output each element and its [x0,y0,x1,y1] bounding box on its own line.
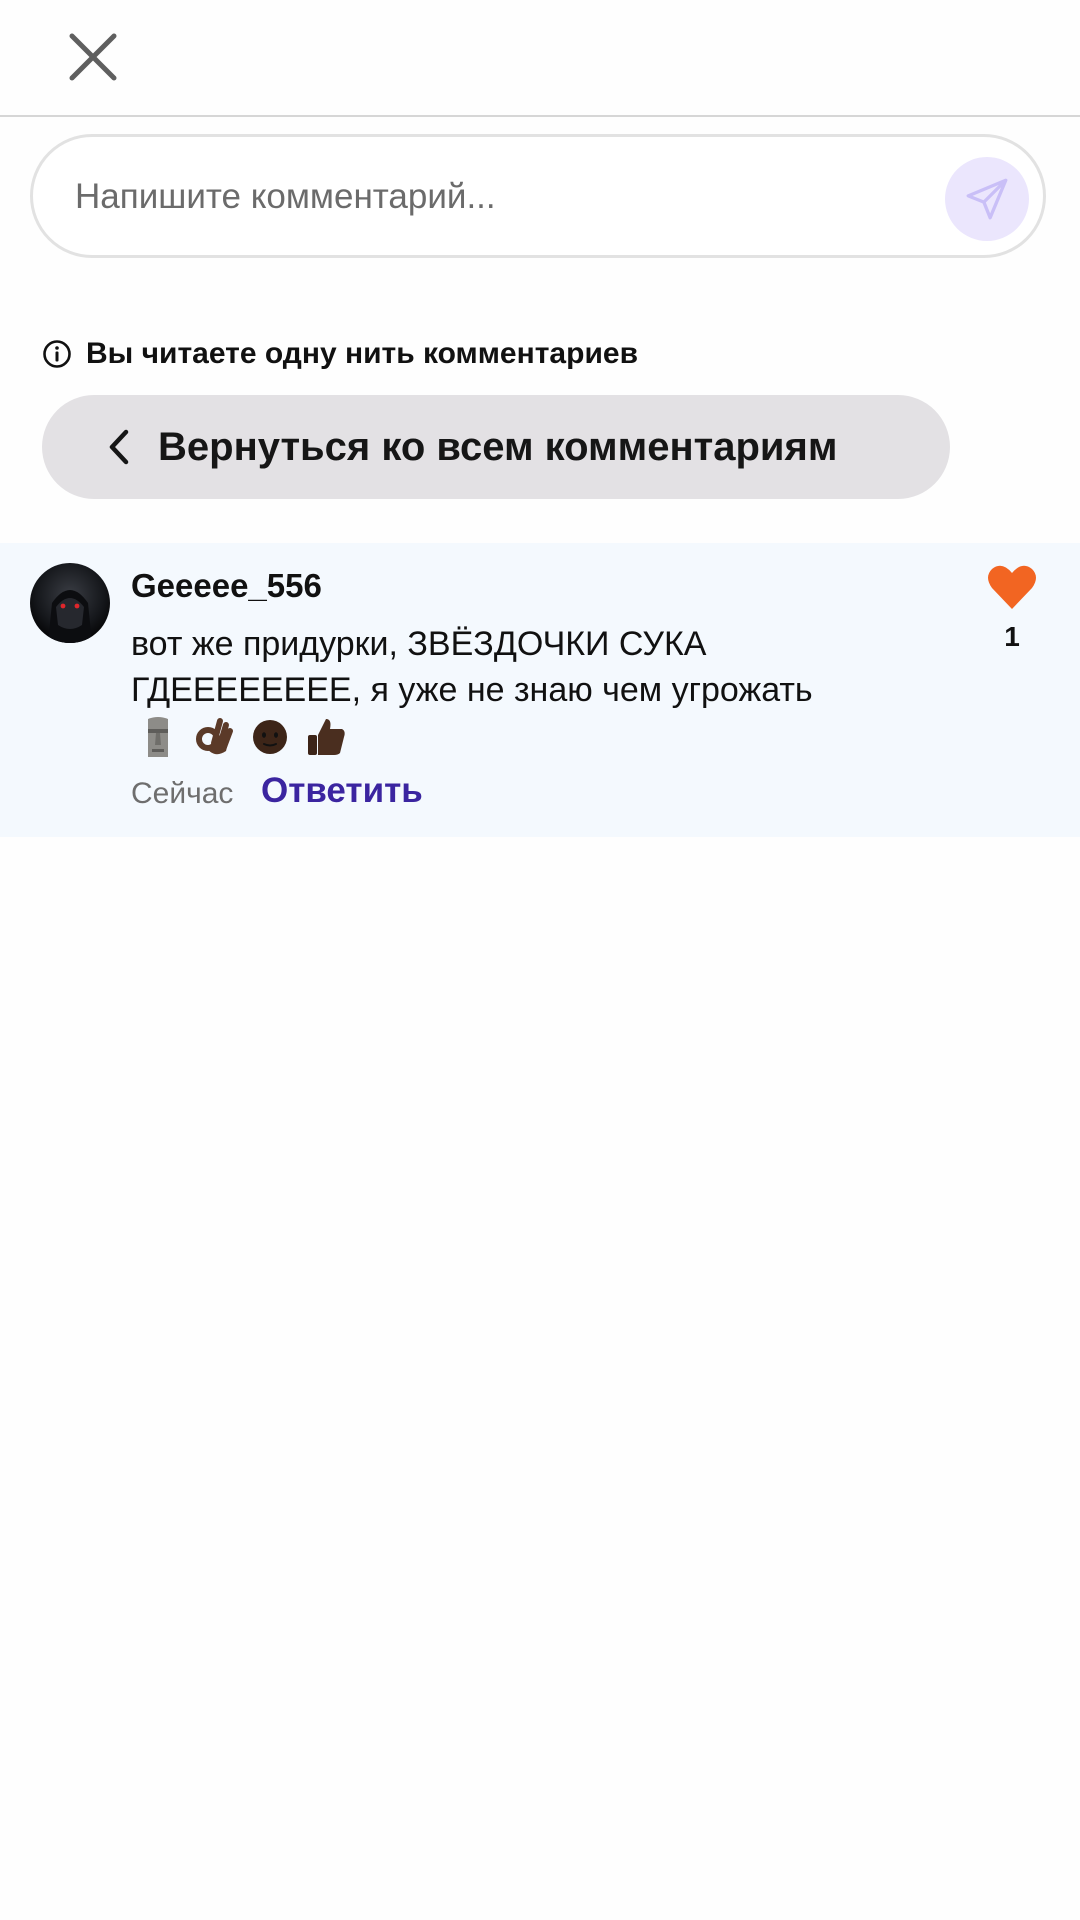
back-to-all-comments-label: Вернуться ко всем комментариям [158,424,838,469]
avatar[interactable] [30,563,110,643]
thread-notice-text: Вы читаете одну нить комментариев [86,337,639,370]
comment-emojis [134,713,350,763]
comment-time: Сейчас [131,777,234,810]
close-icon [69,33,117,81]
send-button[interactable] [945,157,1029,241]
back-to-all-comments-button[interactable]: Вернуться ко всем комментариям [42,395,950,499]
face-emoji [246,713,294,761]
heart-icon [988,565,1036,609]
thumbs-up-emoji [302,713,350,761]
moai-emoji [134,713,182,761]
ok-hand-emoji [190,713,238,761]
comment-item: Geeeee_556 вот же придурки, ЗВЁЗДОЧКИ СУ… [0,543,1080,837]
close-button[interactable] [60,28,126,86]
thread-notice: Вы читаете одну нить комментариев [42,336,638,372]
like-button[interactable] [986,563,1038,611]
top-bar [0,0,1080,117]
like-count: 1 [1004,621,1020,652]
comment-input[interactable] [73,167,937,227]
comment-author[interactable]: Geeeee_556 [131,567,322,605]
chevron-left-icon [102,427,136,467]
reply-button[interactable]: Ответить [261,771,423,811]
comment-composer [30,134,1046,258]
comment-text: вот же придурки, ЗВЁЗДОЧКИ СУКА ГДЕЕЕЕЕЕ… [131,625,813,709]
send-icon [966,178,1008,220]
info-icon [42,339,72,369]
